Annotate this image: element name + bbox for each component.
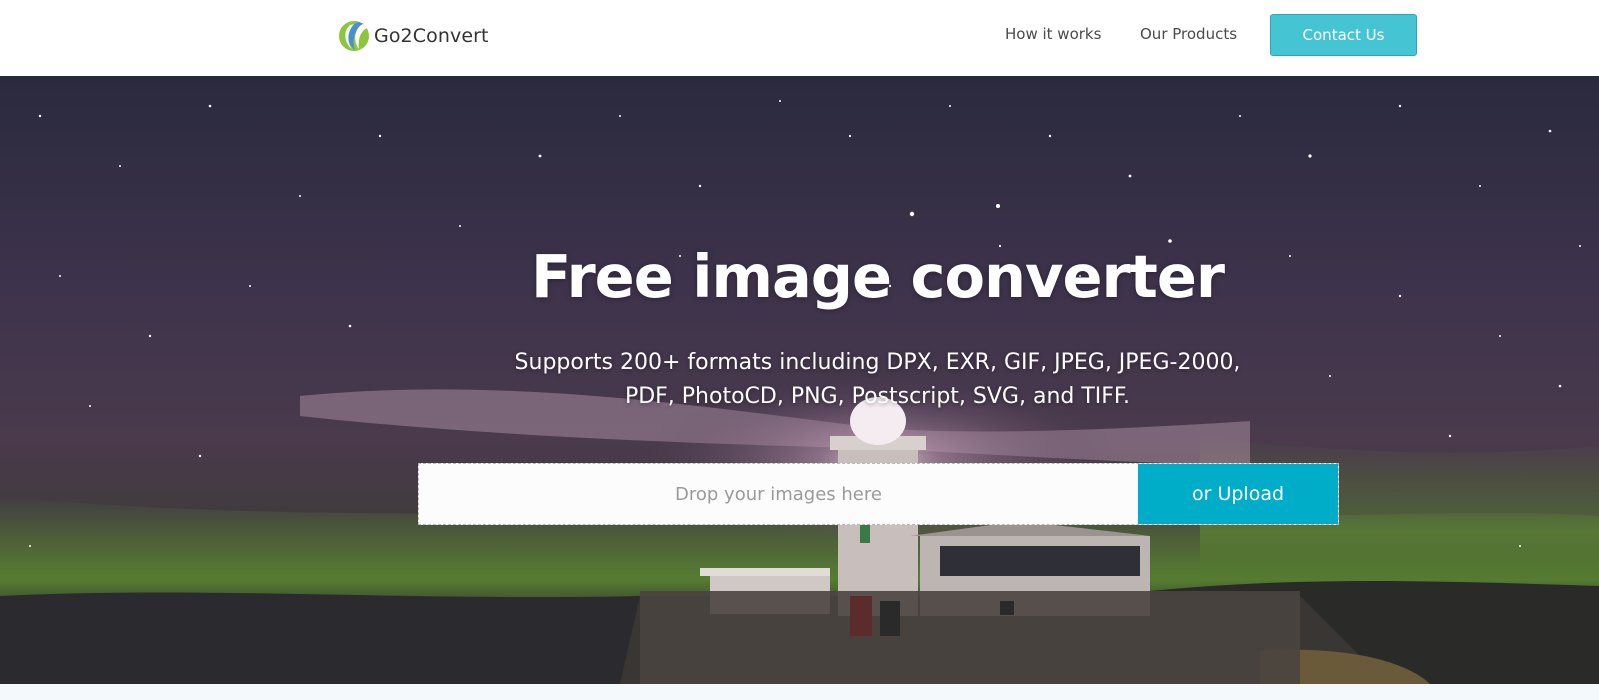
- hero-subtitle: Supports 200+ formats including DPX, EXR…: [480, 346, 1275, 414]
- hero-title: Free image converter: [531, 242, 1225, 311]
- hero-subtitle-line1: Supports 200+ formats including DPX, EXR…: [514, 350, 1241, 375]
- dropzone-text: Drop your images here: [675, 483, 882, 505]
- hero-subtitle-line2: PDF, PhotoCD, PNG, Postscript, SVG, and …: [624, 384, 1131, 409]
- contact-us-button[interactable]: Contact Us: [1270, 14, 1417, 56]
- nav-how-it-works[interactable]: How it works: [1005, 25, 1101, 43]
- logo-text: Go2Convert: [374, 25, 489, 47]
- next-section-strip: [0, 684, 1599, 700]
- hero-section: Free image converter Supports 200+ forma…: [0, 76, 1599, 684]
- logo-link[interactable]: Go2Convert: [338, 20, 489, 52]
- upload-button[interactable]: or Upload: [1138, 464, 1338, 524]
- logo-icon: [339, 21, 369, 51]
- nav-our-products[interactable]: Our Products: [1140, 25, 1237, 43]
- site-header: Go2Convert How it works Our Products Con…: [0, 0, 1599, 76]
- image-dropzone[interactable]: Drop your images here or Upload: [418, 463, 1339, 525]
